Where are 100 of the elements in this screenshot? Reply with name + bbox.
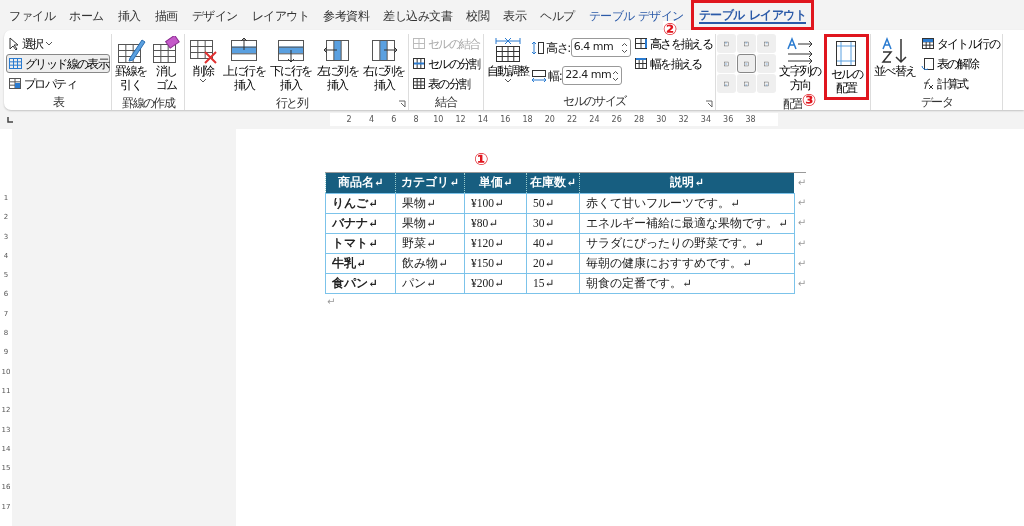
menu-tab[interactable]: 表示 bbox=[496, 2, 533, 30]
table-cell: エネルギー補給に最適な果物です。↵ bbox=[579, 213, 795, 234]
column-header: 単価↵ bbox=[464, 173, 527, 194]
ruler-number: 32 bbox=[677, 114, 690, 126]
column-header: 商品名↵ bbox=[325, 173, 396, 194]
merge-cells-icon bbox=[411, 37, 426, 50]
ribbon-button[interactable]: グリッド線の表示 bbox=[6, 54, 111, 73]
ruler-number: 28 bbox=[632, 114, 646, 126]
table-cell: 野菜↵ bbox=[395, 233, 465, 254]
column-header: 説明↵ bbox=[579, 173, 795, 194]
column-width-icon bbox=[531, 68, 548, 83]
ribbon-button[interactable]: 選択 bbox=[6, 34, 111, 53]
ribbon-button[interactable]: セルの 配置 bbox=[823, 34, 869, 100]
table-cell: 20↵ bbox=[526, 253, 580, 274]
ribbon-button[interactable]: 罫線を 引く bbox=[113, 34, 149, 94]
ruler-number: 20 bbox=[543, 114, 556, 126]
number-field[interactable]: 22.4 mm bbox=[562, 66, 623, 85]
ribbon-button[interactable]: 文字列の 方向 bbox=[777, 34, 823, 94]
menu-tab[interactable]: レイアウト bbox=[244, 2, 316, 30]
annotation-number: ② bbox=[662, 21, 676, 38]
caret-icon bbox=[199, 78, 208, 84]
menu-tab[interactable]: 差し込み文書 bbox=[376, 2, 459, 30]
distribute-columns-icon bbox=[633, 57, 648, 70]
ribbon-button[interactable]: 下に行を 挿入 bbox=[268, 34, 314, 94]
ribbon-button[interactable]: 表の解除 bbox=[918, 54, 1001, 73]
ribbon-button[interactable]: 自動調整 bbox=[484, 34, 531, 86]
menu-tab[interactable]: 参考資料 bbox=[316, 2, 376, 30]
ribbon-button[interactable]: 計算式 bbox=[918, 74, 1001, 93]
menu-tab[interactable]: デザイン bbox=[184, 2, 245, 30]
ribbon-button[interactable]: セルの分割 bbox=[409, 54, 482, 73]
ruler-number: 38 bbox=[744, 114, 757, 126]
table-cell: ¥100↵ bbox=[464, 193, 527, 214]
ribbon-button[interactable]: 左に列を 挿入 bbox=[314, 34, 361, 94]
ruler-number: 24 bbox=[588, 114, 601, 126]
end-of-row-mark: ↵ bbox=[796, 256, 807, 271]
tab-stop-icon bbox=[6, 116, 14, 124]
number-field[interactable]: 6.4 mm bbox=[570, 38, 631, 57]
align-button[interactable] bbox=[717, 74, 737, 93]
menu-tab[interactable]: 挿入 bbox=[110, 2, 148, 30]
align-button[interactable] bbox=[737, 74, 757, 93]
column-header: カテゴリ↵ bbox=[395, 173, 465, 194]
pointer-icon bbox=[8, 36, 20, 51]
end-of-row-mark: ↵ bbox=[796, 236, 807, 251]
end-of-row-mark: ↵ bbox=[796, 176, 807, 190]
menu-tab[interactable]: ホーム bbox=[62, 2, 111, 30]
launcher-icon[interactable] bbox=[397, 100, 406, 108]
menu-tab[interactable]: 描画 bbox=[147, 2, 185, 30]
header-row-icon bbox=[920, 37, 935, 50]
ribbon-button[interactable]: 上に行を 挿入 bbox=[221, 34, 267, 94]
table-cell: サラダにぴったりの野菜です。↵ bbox=[579, 233, 795, 254]
table-cell: ¥150↵ bbox=[464, 253, 527, 274]
menu-tab[interactable]: ヘルプ bbox=[533, 2, 582, 30]
end-of-row-mark: ↵ bbox=[796, 196, 807, 210]
align-button[interactable] bbox=[717, 34, 737, 53]
ribbon-button[interactable]: 幅を揃える bbox=[631, 54, 715, 73]
table-cell: 果物↵ bbox=[395, 213, 465, 234]
table-cell: りんご↵ bbox=[325, 193, 396, 214]
ribbon-button[interactable]: 右に列を 挿入 bbox=[361, 34, 407, 94]
end-of-row-mark: ↵ bbox=[796, 277, 807, 292]
table-cell: 40↵ bbox=[526, 233, 580, 254]
table-properties-icon bbox=[8, 77, 22, 90]
ruler-number: 36 bbox=[722, 114, 735, 126]
caret-icon bbox=[44, 40, 53, 47]
annotation-number: ③ bbox=[801, 92, 815, 109]
menu-tab[interactable]: ファイル bbox=[2, 2, 62, 30]
table-cell: 15↵ bbox=[526, 273, 580, 294]
end-of-row-mark: ↵ bbox=[796, 216, 807, 231]
align-button[interactable] bbox=[717, 54, 737, 73]
ruler-number: 34 bbox=[699, 114, 712, 126]
ruler-number: 4 bbox=[367, 114, 375, 126]
table-cell: ¥120↵ bbox=[464, 233, 527, 254]
group-label: 罫線の作成 bbox=[122, 95, 175, 112]
ruler-number: 30 bbox=[655, 114, 668, 126]
paragraph-mark: ↵ bbox=[326, 295, 336, 310]
ruler-number: 2 bbox=[345, 114, 353, 126]
sort-icon bbox=[879, 36, 910, 64]
annotation-number: ① bbox=[474, 151, 489, 168]
ribbon-button[interactable]: 表の分割 bbox=[409, 74, 482, 93]
table-cell: 50↵ bbox=[526, 193, 580, 214]
menu-tab[interactable]: 校閲 bbox=[459, 2, 496, 30]
ribbon-button[interactable]: 並べ替え bbox=[871, 34, 918, 80]
ruler-number: 26 bbox=[610, 114, 623, 126]
align-button[interactable] bbox=[737, 54, 757, 73]
field-value: 22.4 mm bbox=[565, 67, 612, 84]
ribbon-button[interactable]: タイトル行の bbox=[918, 34, 1001, 53]
table-cell: 30↵ bbox=[526, 213, 580, 234]
align-button[interactable] bbox=[757, 34, 777, 53]
ribbon-button[interactable]: プロパティ bbox=[6, 74, 111, 93]
table-cell: 牛乳↵ bbox=[325, 253, 396, 274]
ribbon-button[interactable]: 削除 bbox=[186, 34, 221, 86]
ribbon-button[interactable]: 消し ゴム bbox=[149, 34, 184, 94]
launcher-icon[interactable] bbox=[705, 100, 714, 108]
align-button[interactable] bbox=[757, 54, 777, 73]
ruler-number: 22 bbox=[566, 114, 579, 126]
distribute-rows-icon bbox=[633, 37, 648, 50]
align-button[interactable] bbox=[737, 34, 757, 53]
text-direction-icon bbox=[784, 36, 815, 64]
split-table-icon bbox=[411, 77, 426, 90]
table-cell: パン↵ bbox=[395, 273, 465, 294]
align-button[interactable] bbox=[757, 74, 777, 93]
